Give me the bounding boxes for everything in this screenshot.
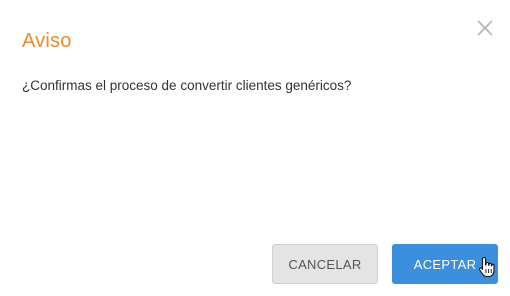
dialog-message: ¿Confirmas el proceso de convertir clien… — [22, 78, 352, 93]
hand-cursor-icon — [479, 256, 495, 278]
accept-button-label: ACEPTAR — [413, 256, 477, 272]
dialog-footer: CANCELAR ACEPTAR — [272, 244, 498, 284]
dialog-title: Aviso — [22, 30, 72, 52]
accept-button[interactable]: ACEPTAR — [392, 244, 498, 284]
confirm-dialog: Aviso ¿Confirmas el proceso de convertir… — [0, 0, 510, 296]
cancel-button[interactable]: CANCELAR — [272, 244, 378, 284]
close-icon[interactable] — [475, 18, 495, 38]
